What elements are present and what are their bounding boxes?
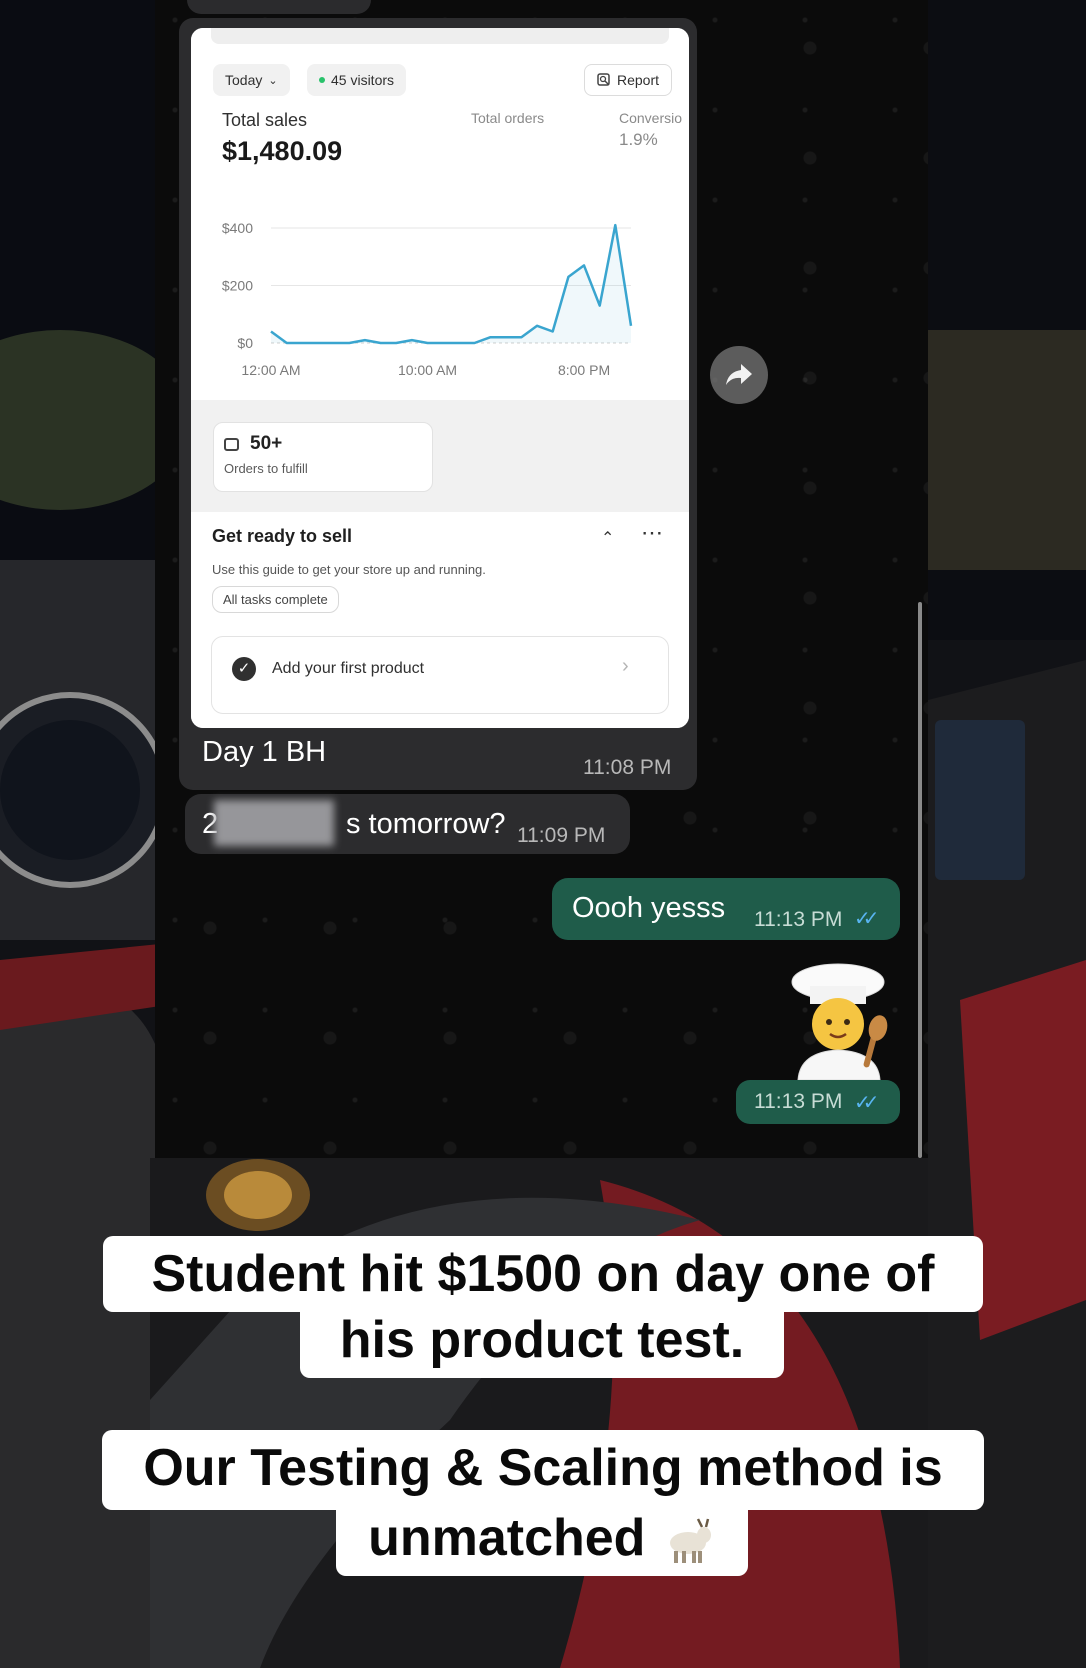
visitors-label: 45 visitors — [331, 72, 395, 88]
total-sales-value: $1,480.09 — [222, 136, 343, 166]
image-caption: Day 1 BH — [202, 736, 327, 768]
task-label: Add your first product — [272, 660, 425, 677]
message-time: 11:09 PM — [517, 824, 606, 847]
dashboard-screenshot[interactable]: Today ⌄ 45 visitors Report Total sales $… — [191, 28, 689, 728]
read-ticks-icon: ✓✓ — [854, 908, 879, 930]
sell-title: Get ready to sell — [212, 526, 353, 546]
report-icon — [597, 73, 610, 86]
previous-message-edge — [187, 0, 371, 14]
chef-emoji-icon — [791, 963, 888, 1080]
report-button[interactable]: Report — [584, 64, 673, 96]
total-orders-label[interactable]: Total orders — [471, 110, 544, 126]
sell-subtitle: Use this guide to get your store up and … — [212, 562, 486, 577]
message-text: s tomorrow? — [346, 808, 506, 840]
fulfill-label: Orders to fulfill — [224, 461, 308, 476]
tasks-complete-badge: All tasks complete — [212, 586, 339, 613]
message-text: Oooh yesss — [572, 892, 726, 924]
x-tick-label: 10:00 AM — [398, 362, 457, 378]
overlay-caption-line: his product test. — [300, 1302, 784, 1378]
chevron-down-icon: ⌄ — [268, 74, 278, 87]
y-tick-label: $0 — [237, 335, 253, 351]
orders-to-fulfill-card[interactable]: 50+ Orders to fulfill — [213, 422, 433, 492]
more-options-icon[interactable]: ⋯ — [641, 520, 664, 546]
task-add-first-product[interactable]: ✓ Add your first product › — [211, 636, 669, 714]
x-tick-label: 12:00 AM — [241, 362, 300, 378]
forward-icon — [726, 364, 752, 385]
fulfill-count: 50+ — [250, 433, 283, 454]
overlay-text: Student hit $1500 on day one of — [151, 1245, 935, 1303]
y-tick-label: $400 — [222, 220, 253, 236]
overlay-caption-line: unmatched — [336, 1500, 748, 1576]
series-area — [271, 225, 631, 343]
conversion-label[interactable]: Conversio — [619, 110, 682, 126]
date-filter[interactable]: Today ⌄ — [213, 64, 290, 96]
message-time: 11:08 PM — [583, 756, 672, 779]
overlay-text: his product test. — [339, 1311, 745, 1369]
message-time: 11:13 PM — [754, 908, 843, 931]
total-sales-label: Total sales — [222, 110, 308, 130]
overlay-caption-line: Student hit $1500 on day one of — [103, 1236, 983, 1312]
screenshot-top-strip — [211, 28, 669, 44]
visitors-badge: 45 visitors — [307, 64, 407, 96]
x-tick-label: 8:00 PM — [558, 362, 610, 378]
y-tick-label: $200 — [222, 278, 253, 294]
message-time: 11:13 PM — [754, 1090, 843, 1113]
check-circle-icon: ✓ — [232, 657, 256, 681]
chevron-right-icon: › — [622, 655, 629, 677]
report-label: Report — [617, 72, 660, 88]
date-filter-label: Today — [225, 72, 263, 88]
chevron-up-icon[interactable]: ⌃ — [601, 528, 614, 548]
overlay-text: Our Testing & Scaling method is — [143, 1439, 943, 1497]
conversion-value: 1.9% — [619, 130, 658, 149]
chat-scrollbar[interactable] — [918, 602, 922, 1158]
goat-emoji-icon — [669, 1518, 711, 1564]
read-ticks-icon: ✓✓ — [854, 1092, 879, 1114]
inbox-icon — [224, 438, 239, 451]
get-ready-to-sell-card: Get ready to sell ⌃ ⋯ Use this guide to … — [191, 512, 689, 728]
forward-button[interactable] — [710, 346, 768, 404]
live-dot-icon — [319, 77, 325, 83]
overlay-caption-line: Our Testing & Scaling method is — [102, 1430, 984, 1510]
sales-line-chart: $400 $200 $0 12:00 AM 10:00 AM 8:00 PM — [222, 220, 633, 378]
blurred-text — [214, 800, 334, 846]
overlay-text: unmatched — [368, 1509, 646, 1567]
